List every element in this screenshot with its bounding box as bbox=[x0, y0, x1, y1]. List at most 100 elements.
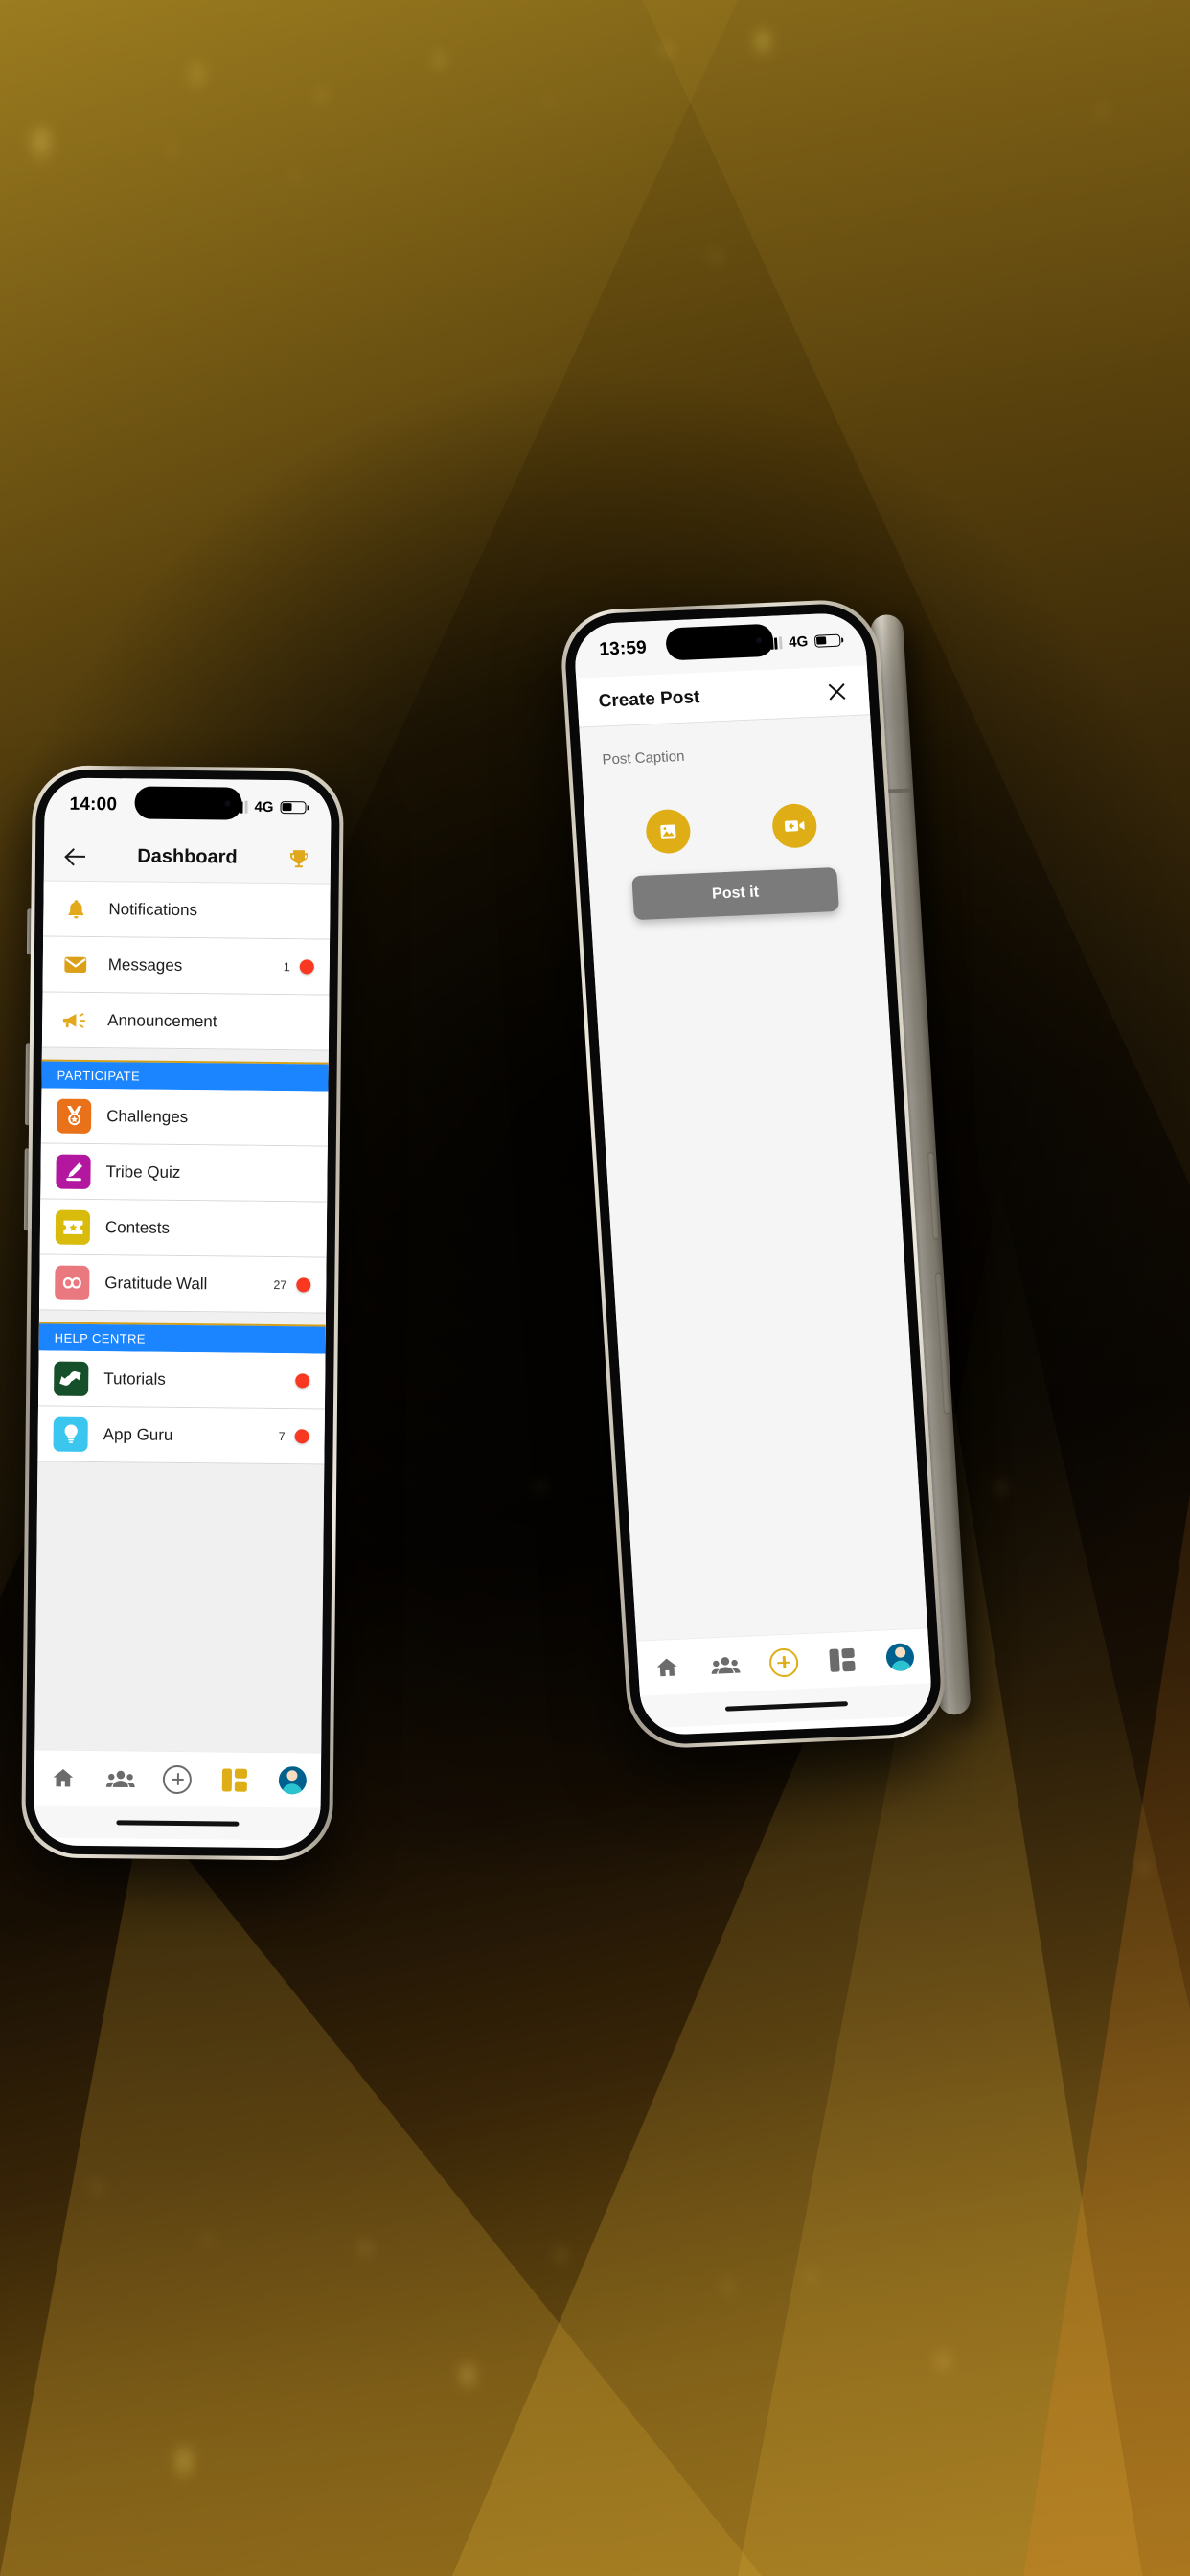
menu-item-app-guru[interactable]: App Guru 7 bbox=[37, 1406, 325, 1465]
bokeh-dot bbox=[711, 249, 721, 265]
status-badge bbox=[296, 1277, 311, 1293]
tab-create[interactable] bbox=[754, 1646, 814, 1678]
tab-community[interactable] bbox=[696, 1654, 755, 1676]
menu-item-label: Announcement bbox=[107, 1010, 217, 1030]
section-header-help-centre: HELP CENTRE bbox=[38, 1323, 326, 1354]
post-it-button[interactable]: Post it bbox=[631, 866, 839, 921]
infinity-icon bbox=[55, 1265, 90, 1300]
avatar bbox=[885, 1643, 915, 1672]
plus-circle-icon bbox=[768, 1646, 799, 1678]
lightbulb-icon bbox=[53, 1416, 88, 1452]
pencil-icon bbox=[56, 1154, 91, 1189]
bokeh-dot bbox=[661, 41, 673, 60]
ticket-star-icon bbox=[55, 1209, 91, 1245]
status-badge bbox=[294, 1429, 309, 1444]
bokeh-dot bbox=[556, 2247, 566, 2265]
bokeh-dot bbox=[29, 123, 54, 165]
video-camera-plus-icon bbox=[784, 820, 805, 832]
menu-item-messages[interactable]: Messages 1 bbox=[42, 936, 331, 996]
bokeh-dot bbox=[172, 2444, 195, 2482]
menu-item-badges bbox=[295, 1373, 310, 1389]
dashboard-grid-icon bbox=[222, 1767, 248, 1792]
battery-icon bbox=[280, 800, 307, 814]
bottom-tab-bar bbox=[34, 1749, 322, 1808]
menu-item-label: Notifications bbox=[108, 899, 198, 919]
bokeh-dot bbox=[546, 94, 554, 107]
envelope-icon bbox=[58, 947, 93, 981]
menu-item-badges: 7 bbox=[278, 1429, 309, 1444]
menu-item-badges: 27 bbox=[273, 1277, 311, 1293]
bokeh-dot bbox=[359, 2240, 371, 2259]
left-phone-screen: 14:00 4G Dashboard Notifications Messages… bbox=[34, 777, 332, 1849]
bokeh-dot bbox=[92, 2180, 102, 2196]
dynamic-island bbox=[665, 623, 775, 661]
badge-count: 7 bbox=[278, 1429, 286, 1443]
handshake-icon bbox=[54, 1361, 89, 1396]
megaphone-icon bbox=[57, 1002, 92, 1037]
bell-icon bbox=[58, 891, 93, 926]
menu-item-label: Gratitude Wall bbox=[104, 1273, 208, 1293]
avatar bbox=[278, 1766, 307, 1795]
menu-item-badges: 1 bbox=[283, 959, 314, 975]
menu-item-tutorials[interactable]: Tutorials bbox=[37, 1350, 326, 1410]
menu-item-contests[interactable]: Contests bbox=[39, 1199, 328, 1258]
tab-home[interactable] bbox=[637, 1653, 697, 1681]
menu-item-announcement[interactable]: Announcement bbox=[41, 992, 330, 1051]
tab-profile[interactable] bbox=[870, 1642, 930, 1672]
add-photo-button[interactable] bbox=[644, 808, 692, 855]
bokeh-dot bbox=[458, 2360, 477, 2392]
menu-item-label: Tribe Quiz bbox=[105, 1162, 181, 1182]
create-post-body: Post Caption Post it bbox=[579, 715, 928, 1641]
tab-community[interactable] bbox=[92, 1769, 149, 1789]
tab-dashboard[interactable] bbox=[812, 1647, 872, 1673]
tab-profile[interactable] bbox=[263, 1766, 321, 1795]
status-clock: 14:00 bbox=[69, 794, 118, 816]
home-indicator bbox=[34, 1805, 321, 1841]
dynamic-island bbox=[133, 786, 242, 820]
bokeh-dot bbox=[169, 144, 177, 158]
status-clock: 13:59 bbox=[598, 637, 648, 660]
network-label: 4G bbox=[254, 798, 274, 816]
section-header-participate: PARTICIPATE bbox=[41, 1061, 329, 1092]
dashboard-grid-icon bbox=[829, 1647, 856, 1672]
badge-count: 1 bbox=[283, 959, 290, 974]
badge-count: 27 bbox=[273, 1277, 287, 1292]
bokeh-dot bbox=[1138, 1859, 1149, 1877]
bokeh-dot bbox=[433, 51, 446, 72]
menu-item-gratitude-wall[interactable]: Gratitude Wall 27 bbox=[39, 1254, 327, 1314]
bokeh-dot bbox=[753, 27, 772, 58]
menu-item-label: Challenges bbox=[106, 1106, 189, 1126]
medal-icon bbox=[56, 1098, 92, 1134]
menu-item-label: Tutorials bbox=[103, 1368, 166, 1389]
trophy-icon[interactable] bbox=[286, 847, 311, 870]
app-bar: Dashboard bbox=[43, 831, 332, 885]
plus-circle-icon bbox=[163, 1764, 193, 1794]
menu-item-challenges[interactable]: Challenges bbox=[40, 1088, 329, 1147]
tab-dashboard[interactable] bbox=[206, 1767, 263, 1792]
menu-item-notifications[interactable]: Notifications bbox=[43, 881, 331, 940]
menu-item-label: Messages bbox=[107, 954, 183, 975]
back-arrow-icon[interactable] bbox=[63, 843, 88, 868]
add-video-button[interactable] bbox=[770, 802, 818, 849]
tab-create[interactable] bbox=[149, 1764, 206, 1794]
bokeh-dot bbox=[934, 2348, 951, 2377]
network-label: 4G bbox=[788, 632, 809, 651]
list-filler bbox=[34, 1461, 325, 1753]
tab-home[interactable] bbox=[34, 1765, 92, 1791]
status-badge bbox=[295, 1373, 310, 1389]
status-badge bbox=[299, 959, 314, 975]
menu-item-label: Contests bbox=[104, 1217, 171, 1237]
bokeh-dot bbox=[316, 88, 327, 105]
bokeh-dot bbox=[188, 59, 207, 92]
bokeh-dot bbox=[1097, 104, 1107, 120]
menu-item-tribe-quiz[interactable]: Tribe Quiz bbox=[40, 1143, 328, 1203]
bokeh-dot bbox=[537, 1481, 545, 1495]
bokeh-dot bbox=[722, 2279, 733, 2297]
media-actions bbox=[584, 800, 879, 857]
close-icon[interactable] bbox=[826, 680, 848, 702]
section-header-label: HELP CENTRE bbox=[54, 1330, 146, 1346]
left-phone-device: 14:00 4G Dashboard Notifications Messages… bbox=[21, 765, 344, 1861]
section-header-label: PARTICIPATE bbox=[57, 1068, 141, 1084]
bokeh-dot bbox=[203, 2233, 212, 2247]
bokeh-dot bbox=[291, 170, 300, 183]
